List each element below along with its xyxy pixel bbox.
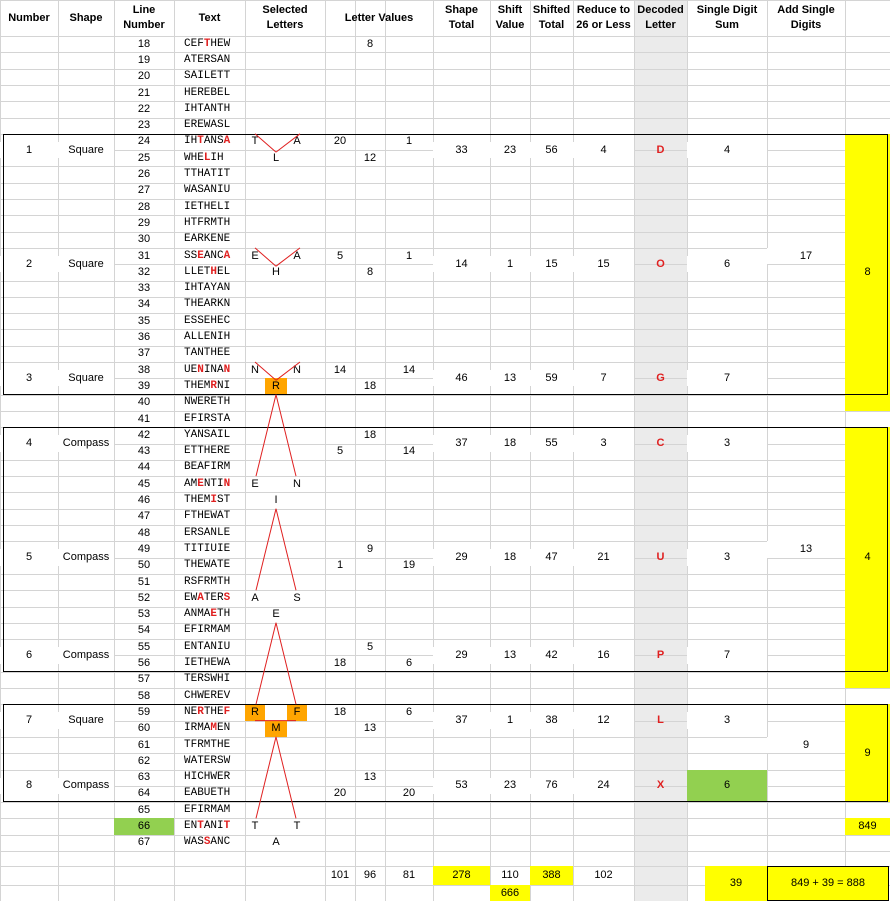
shape-line: [275, 622, 297, 705]
shape-line: [275, 736, 297, 819]
shape-line: [255, 508, 277, 591]
shape-line: [275, 133, 301, 153]
shape-line: [255, 394, 277, 477]
shape-line: [255, 736, 277, 819]
shape-line: [275, 394, 297, 477]
shape-line: [254, 247, 277, 267]
shape-line: [275, 247, 301, 267]
shape-line: [255, 622, 277, 705]
shape-lines: [254, 133, 301, 819]
shape-line: [275, 508, 297, 591]
shape-line: [254, 133, 277, 153]
shape-line: [275, 361, 301, 381]
shape-line: [254, 361, 277, 381]
